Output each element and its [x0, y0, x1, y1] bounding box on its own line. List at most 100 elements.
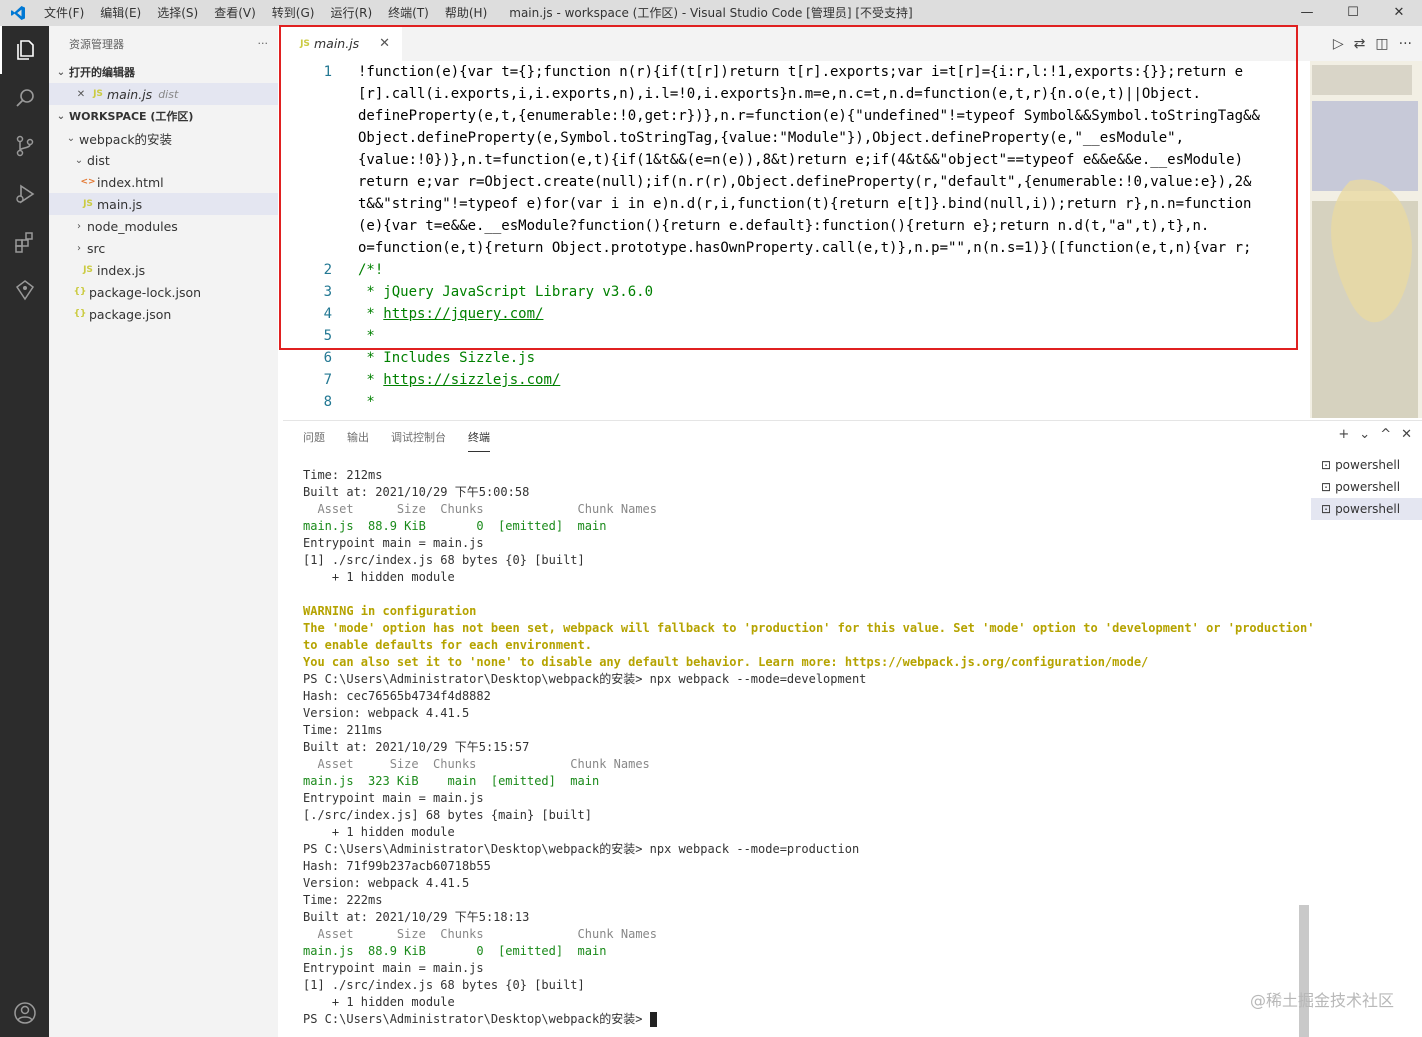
tree-item-src-folder[interactable]: › src	[49, 237, 278, 259]
terminal-instance[interactable]: ⊡ powershell	[1311, 454, 1422, 476]
terminal-line: WARNING in configuration	[303, 604, 477, 618]
code-editor[interactable]: 1 !function(e){var t={};function n(r){if(…	[278, 61, 1310, 418]
terminal-cursor	[649, 1012, 657, 1027]
chevron-down-icon: ⌄	[74, 154, 84, 166]
line-number: 3	[323, 284, 332, 300]
tree-item-index-js[interactable]: JS index.js	[49, 259, 278, 281]
maximize-panel-button[interactable]: ^	[1380, 427, 1391, 442]
maximize-button[interactable]: ☐	[1330, 0, 1376, 26]
tree-item-label: index.html	[97, 174, 164, 190]
terminal-line: Hash: cec76565b4734f4d8882	[303, 689, 491, 703]
code-text: o=function(e,t){return Object.prototype.…	[358, 240, 1252, 256]
js-file-icon: JS	[300, 38, 310, 49]
explorer-title: 资源管理器	[69, 37, 124, 51]
code-line: 2 /*!	[278, 259, 1310, 281]
explorer-icon[interactable]	[0, 26, 49, 74]
tab-problems[interactable]: 问题	[303, 429, 325, 452]
explorer-sidebar: 资源管理器 ··· ⌄ 打开的编辑器 ✕ JS main.js dist ⌄ W…	[49, 26, 278, 1037]
terminal-line: + 1 hidden module	[303, 995, 455, 1009]
workspace-section[interactable]: ⌄ WORKSPACE (工作区)	[49, 105, 278, 127]
tree-item-package-lock[interactable]: {} package-lock.json	[49, 281, 278, 303]
menu-run[interactable]: 运行(R)	[322, 0, 380, 26]
terminal-scrollbar[interactable]	[1299, 905, 1309, 1037]
compare-icon[interactable]: ⇄	[1354, 36, 1366, 52]
minimap-content	[1310, 61, 1422, 418]
minimize-button[interactable]: —	[1284, 0, 1330, 26]
remote-explorer-icon[interactable]	[0, 266, 49, 314]
source-control-icon[interactable]	[0, 122, 49, 170]
code-text: * jQuery JavaScript Library v3.6.0	[358, 284, 654, 300]
code-link[interactable]: https://sizzlejs.com/	[383, 372, 560, 388]
open-editors-section[interactable]: ⌄ 打开的编辑器	[49, 61, 278, 83]
tree-item-label: main.js	[97, 196, 143, 212]
code-line: 8 *	[278, 391, 1310, 413]
menu-terminal[interactable]: 终端(T)	[380, 0, 437, 26]
terminal-line: You can also set it to 'none' to disable…	[303, 655, 1149, 669]
minimap[interactable]	[1310, 61, 1422, 418]
tree-item-label: node_modules	[87, 218, 178, 234]
workspace-label: WORKSPACE (工作区)	[69, 110, 194, 123]
tree-item-main-js[interactable]: JS main.js	[49, 193, 278, 215]
terminal-line: Time: 212ms	[303, 468, 383, 482]
line-number: 6	[323, 350, 332, 366]
terminal-line: [1] ./src/index.js 68 bytes {0} [built]	[303, 978, 585, 992]
tab-terminal[interactable]: 终端	[468, 429, 490, 452]
code-line: 3 * jQuery JavaScript Library v3.6.0	[278, 281, 1310, 303]
close-icon[interactable]: ✕	[73, 89, 89, 100]
code-line: Object.defineProperty(e,Symbol.toStringT…	[278, 127, 1310, 149]
code-text: !function(e){var t={};function n(r){if(t…	[358, 64, 1244, 80]
terminal-instance[interactable]: ⊡ powershell	[1311, 498, 1422, 520]
terminal-instance[interactable]: ⊡ powershell	[1311, 476, 1422, 498]
new-terminal-button[interactable]: +	[1338, 427, 1349, 442]
terminal-line: main.js 323 KiB main [emitted] main	[303, 774, 600, 788]
tree-item-label: webpack的安装	[79, 131, 173, 147]
json-file-icon: {}	[73, 287, 87, 297]
menu-help[interactable]: 帮助(H)	[437, 0, 495, 26]
menu-selection[interactable]: 选择(S)	[149, 0, 206, 26]
code-link[interactable]: https://jquery.com/	[383, 306, 543, 322]
search-icon[interactable]	[0, 74, 49, 122]
close-window-button[interactable]: ✕	[1376, 0, 1422, 26]
more-icon[interactable]: ···	[1399, 36, 1412, 52]
tree-item-index-html[interactable]: <> index.html	[49, 171, 278, 193]
run-debug-icon[interactable]	[0, 170, 49, 218]
tab-close-button[interactable]: ✕	[379, 36, 390, 51]
terminal-line: Time: 211ms	[303, 723, 383, 737]
tree-item-label: package-lock.json	[89, 284, 202, 300]
chevron-down-icon[interactable]: ⌄	[1359, 427, 1370, 442]
terminal-output[interactable]: Time: 212ms Built at: 2021/10/29 下午5:00:5…	[303, 467, 1314, 1028]
accounts-icon[interactable]	[0, 989, 49, 1037]
tab-main-js[interactable]: JS main.js ✕	[278, 26, 402, 61]
menu-view[interactable]: 查看(V)	[206, 0, 264, 26]
code-line: 6 * Includes Sizzle.js	[278, 347, 1310, 369]
tree-item-package-json[interactable]: {} package.json	[49, 303, 278, 325]
code-line: t&&"string"!=typeof e)for(var i in e)n.d…	[278, 193, 1310, 215]
terminal-line: Entrypoint main = main.js	[303, 536, 484, 550]
tab-debug-console[interactable]: 调试控制台	[391, 429, 446, 452]
more-actions-button[interactable]: ···	[258, 37, 269, 50]
code-line: {value:!0})},n.t=function(e,t){if(1&t&&(…	[278, 149, 1310, 171]
close-panel-button[interactable]: ✕	[1401, 427, 1412, 442]
terminal-line: PS C:\Users\Administrator\Desktop\webpac…	[303, 672, 867, 686]
tab-output[interactable]: 输出	[347, 429, 369, 452]
menu-edit[interactable]: 编辑(E)	[92, 0, 149, 26]
json-file-icon: {}	[73, 309, 87, 319]
menu-file[interactable]: 文件(F)	[36, 0, 92, 26]
js-file-icon: JS	[83, 199, 93, 209]
js-file-icon: JS	[83, 265, 93, 275]
open-editor-item[interactable]: ✕ JS main.js dist	[49, 83, 278, 105]
split-editor-icon[interactable]: ◫	[1375, 36, 1388, 52]
code-text: [r].call(i.exports,i,i.exports,n),i.l=!0…	[358, 86, 1201, 102]
extensions-icon[interactable]	[0, 218, 49, 266]
run-icon[interactable]: ▷	[1333, 36, 1344, 52]
panel-actions: + ⌄ ^ ✕	[1338, 427, 1412, 442]
terminal-line: Time: 222ms	[303, 893, 383, 907]
menu-go[interactable]: 转到(G)	[264, 0, 323, 26]
tree-item-webpack-folder[interactable]: ⌄ webpack的安装	[49, 127, 278, 149]
tree-item-node-modules[interactable]: › node_modules	[49, 215, 278, 237]
line-number: 5	[323, 328, 332, 344]
terminal-line: Hash: 71f99b237acb60718b55	[303, 859, 491, 873]
chevron-down-icon: ⌄	[56, 66, 66, 78]
code-line: 1 !function(e){var t={};function n(r){if(…	[278, 61, 1310, 83]
tree-item-dist-folder[interactable]: ⌄ dist	[49, 149, 278, 171]
